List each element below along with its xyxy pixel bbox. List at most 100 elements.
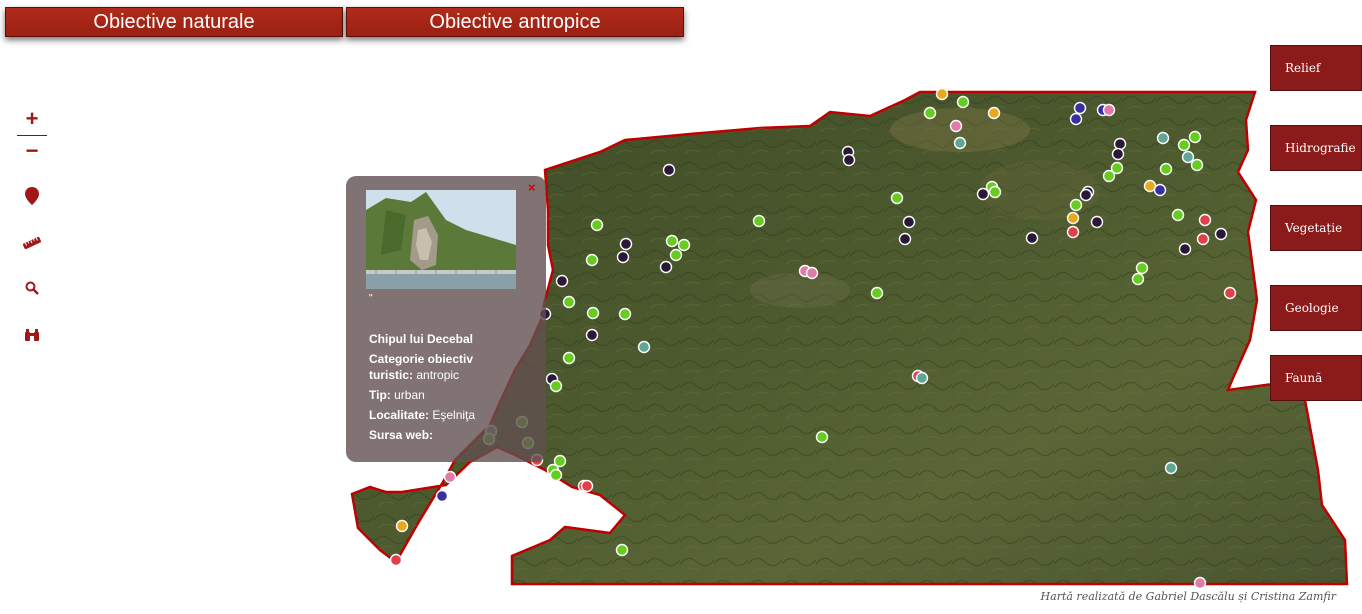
poi-marker[interactable] — [1214, 227, 1228, 241]
poi-marker[interactable] — [435, 489, 449, 503]
location-pin-icon — [25, 187, 39, 205]
poi-category-value: antropic — [416, 368, 460, 382]
poi-locality: Localitate: Eşelniţa — [369, 407, 539, 423]
poi-marker[interactable] — [585, 328, 599, 342]
poi-web: Sursa web: — [369, 427, 539, 443]
poi-marker[interactable] — [935, 87, 949, 101]
poi-marker[interactable] — [1153, 183, 1167, 197]
poi-type-value: urban — [394, 388, 425, 402]
poi-marker[interactable] — [586, 306, 600, 320]
poi-marker[interactable] — [1102, 103, 1116, 117]
poi-photo — [366, 190, 516, 289]
poi-marker[interactable] — [389, 553, 403, 567]
poi-marker[interactable] — [562, 295, 576, 309]
layer-relief-button[interactable]: Relief — [1270, 45, 1362, 91]
poi-marker[interactable] — [1066, 211, 1080, 225]
poi-marker[interactable] — [1156, 131, 1170, 145]
poi-marker[interactable] — [956, 95, 970, 109]
poi-marker[interactable] — [395, 519, 409, 533]
poi-marker[interactable] — [953, 136, 967, 150]
poi-marker[interactable] — [815, 430, 829, 444]
poi-marker[interactable] — [669, 248, 683, 262]
poi-marker[interactable] — [1178, 242, 1192, 256]
poi-marker[interactable] — [988, 185, 1002, 199]
poi-marker[interactable] — [890, 191, 904, 205]
map-attribution: Hartă realizată de Gabriel Dascălu și Cr… — [1040, 590, 1336, 603]
poi-marker[interactable] — [915, 371, 929, 385]
poi-marker[interactable] — [677, 238, 691, 252]
poi-category: Categorie obiectiv turistic: antropic — [369, 351, 489, 383]
poi-marker[interactable] — [1131, 272, 1145, 286]
poi-marker[interactable] — [555, 274, 569, 288]
poi-marker[interactable] — [1102, 169, 1116, 183]
poi-marker[interactable] — [590, 218, 604, 232]
poi-marker[interactable] — [443, 470, 457, 484]
poi-marker[interactable] — [1181, 150, 1195, 164]
poi-marker[interactable] — [898, 232, 912, 246]
poi-marker[interactable] — [1164, 461, 1178, 475]
poi-marker[interactable] — [619, 237, 633, 251]
poi-marker[interactable] — [1223, 286, 1237, 300]
poi-marker[interactable] — [1025, 231, 1039, 245]
satellite-map[interactable] — [0, 0, 1362, 614]
poi-marker[interactable] — [1079, 188, 1093, 202]
poi-marker[interactable] — [618, 307, 632, 321]
poi-marker[interactable] — [616, 250, 630, 264]
poi-marker[interactable] — [1090, 215, 1104, 229]
poi-marker[interactable] — [752, 214, 766, 228]
measure-button[interactable] — [17, 228, 47, 258]
poi-marker[interactable] — [1159, 162, 1173, 176]
poi-marker[interactable] — [902, 215, 916, 229]
poi-marker[interactable] — [1135, 261, 1149, 275]
layer-fauna-button[interactable]: Faună — [1270, 355, 1362, 401]
ruler-icon — [23, 237, 41, 249]
poi-marker[interactable] — [1171, 208, 1185, 222]
poi-marker[interactable] — [1177, 138, 1191, 152]
poi-locality-value: Eşelniţa — [432, 408, 476, 422]
poi-marker[interactable] — [662, 163, 676, 177]
poi-marker[interactable] — [923, 106, 937, 120]
poi-marker[interactable] — [580, 479, 594, 493]
poi-web-label: Sursa web: — [369, 428, 434, 442]
layer-vegetation-button[interactable]: Vegetație — [1270, 205, 1362, 251]
poi-marker[interactable] — [585, 253, 599, 267]
photo-caption: " — [369, 293, 373, 304]
poi-marker[interactable] — [1190, 158, 1204, 172]
poi-marker[interactable] — [870, 286, 884, 300]
poi-marker[interactable] — [949, 119, 963, 133]
poi-type: Tip: urban — [369, 387, 539, 403]
poi-marker[interactable] — [562, 351, 576, 365]
poi-marker[interactable] — [1066, 225, 1080, 239]
poi-marker[interactable] — [842, 153, 856, 167]
poi-marker[interactable] — [976, 187, 990, 201]
poi-marker[interactable] — [1069, 198, 1083, 212]
poi-marker[interactable] — [1069, 112, 1083, 126]
poi-marker[interactable] — [615, 543, 629, 557]
layer-geology-button[interactable]: Geologie — [1270, 285, 1362, 331]
poi-marker[interactable] — [549, 379, 563, 393]
poi-marker[interactable] — [659, 260, 673, 274]
tab-natural-objectives[interactable]: Obiective naturale — [5, 7, 343, 37]
layer-hydrography-button[interactable]: Hidrografie — [1270, 125, 1362, 171]
binoculars-icon — [25, 329, 39, 341]
poi-marker[interactable] — [1193, 576, 1207, 590]
poi-marker[interactable] — [1188, 130, 1202, 144]
poi-marker[interactable] — [1073, 101, 1087, 115]
zoom-in-button[interactable]: + — [17, 104, 47, 134]
poi-marker[interactable] — [1198, 213, 1212, 227]
search-button[interactable] — [17, 273, 47, 303]
poi-marker[interactable] — [805, 266, 819, 280]
location-pin-button[interactable] — [17, 181, 47, 211]
zoom-out-button[interactable]: − — [17, 136, 47, 166]
poi-marker[interactable] — [637, 340, 651, 354]
poi-marker[interactable] — [1196, 232, 1210, 246]
tab-anthropic-objectives[interactable]: Obiective antropice — [346, 7, 684, 37]
poi-marker[interactable] — [1111, 147, 1125, 161]
poi-marker[interactable] — [665, 234, 679, 248]
poi-title: Chipul lui Decebal — [369, 332, 474, 346]
poi-marker[interactable] — [1113, 137, 1127, 151]
poi-marker[interactable] — [549, 468, 563, 482]
popup-close-button[interactable]: × — [528, 180, 536, 195]
binoculars-button[interactable] — [17, 320, 47, 350]
poi-marker[interactable] — [987, 106, 1001, 120]
